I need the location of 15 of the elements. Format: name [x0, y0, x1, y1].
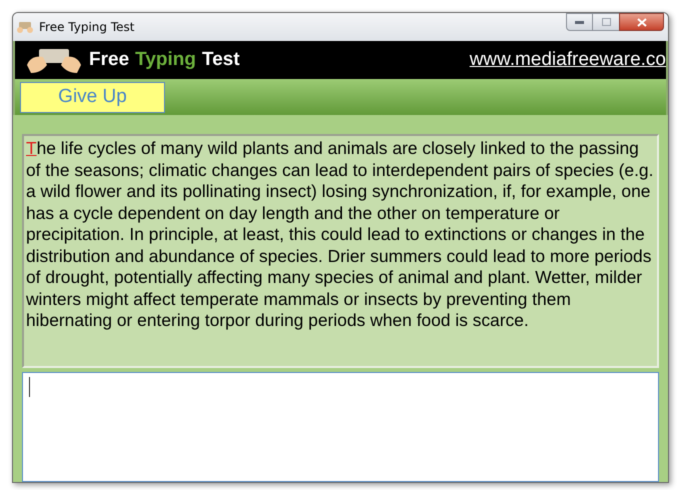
website-link[interactable]: www.mediafreeware.co [470, 46, 666, 74]
minimize-icon [575, 20, 584, 24]
maximize-button[interactable] [593, 13, 619, 31]
window-title: Free Typing Test [39, 19, 134, 36]
text-cursor [29, 377, 30, 397]
maximize-icon [602, 18, 610, 26]
minimize-button[interactable] [566, 13, 593, 31]
close-icon [636, 18, 646, 26]
give-up-button[interactable]: Give Up [20, 82, 165, 112]
passage-text: The life cycles of many wild plants and animals are closely linked to the passing of the seasons; climatic changes can lead to interdependent pairs of species (e.g. a wild flower and its pollinating insect) losing synchronization, if, for example, one has a cycle dependent on day length and the other on temperature or precipitation. In principle, at least, this could lead to extinctions or changes in the distribution and abundance of species. Drier summers could lead to more periods of drought, potentially affecting many species of animal and plant. Wetter, milder winters might affect temperate mammals or insects by preventing them hibernating or entering torpor during periods when food is scarce. [26, 138, 654, 332]
close-button[interactable] [619, 13, 664, 31]
app-title-word: Typing [135, 48, 196, 72]
app-icon [17, 20, 33, 34]
app-title-word: Test [202, 48, 240, 72]
app-title-word: Free [89, 48, 130, 72]
